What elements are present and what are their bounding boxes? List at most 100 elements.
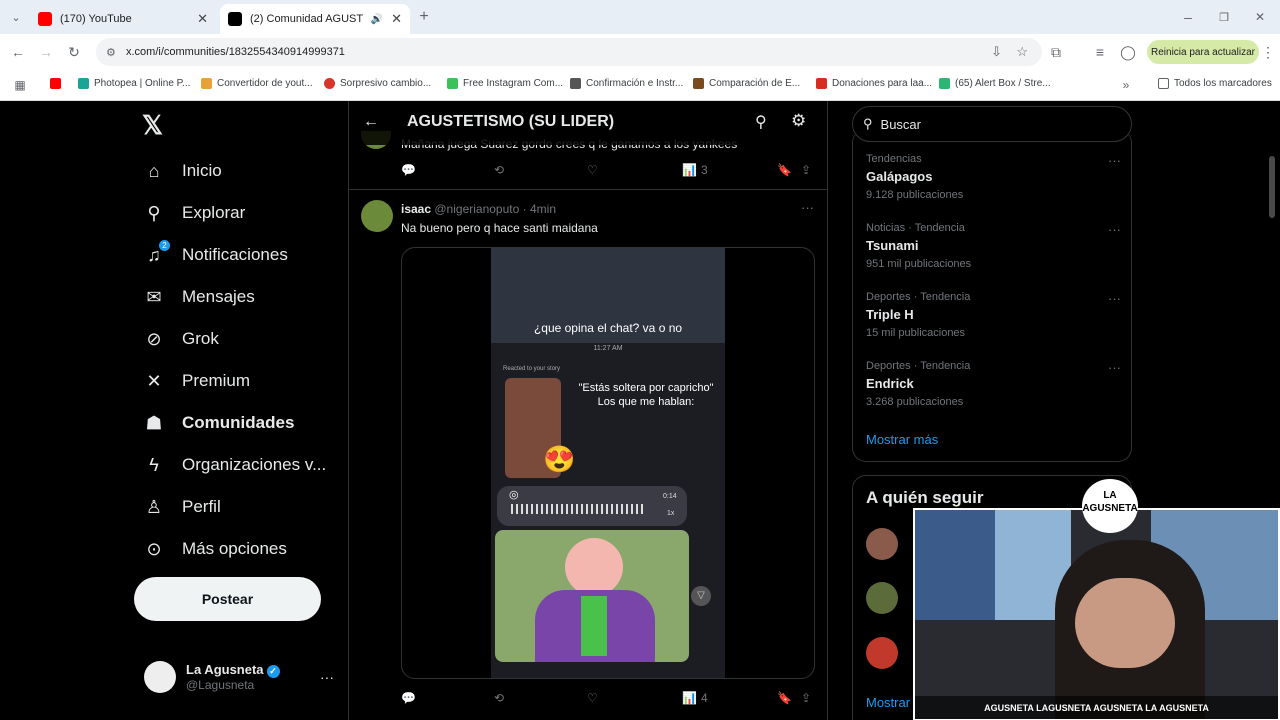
more-icon[interactable]: ···: [1108, 291, 1121, 306]
search-placeholder: Buscar: [880, 116, 921, 132]
bookmark-icon[interactable]: 🔖: [777, 691, 792, 705]
all-bookmarks[interactable]: Todos los marcadores: [1158, 78, 1272, 89]
close-tab-icon[interactable]: ✕: [197, 11, 208, 27]
tweet-time[interactable]: 4min: [530, 202, 556, 216]
more-icon[interactable]: ···: [1108, 222, 1121, 237]
avatar[interactable]: [866, 637, 898, 669]
url-input[interactable]: ⚙ x.com/i/communities/183255434091499937…: [96, 38, 1042, 66]
tweet-author-name[interactable]: isaac: [401, 202, 431, 216]
share-icon[interactable]: ⇪: [801, 163, 811, 177]
tab-youtube[interactable]: (170) YouTube ✕: [30, 4, 216, 34]
share-icon[interactable]: ⇪: [801, 691, 811, 705]
minimize-icon[interactable]: –: [1178, 7, 1198, 27]
new-tab-icon[interactable]: +: [414, 7, 434, 27]
retweet-icon[interactable]: ⟲: [494, 691, 504, 705]
bookmark-item[interactable]: Photopea | Online P...: [78, 78, 190, 89]
post-button[interactable]: Postear: [134, 577, 321, 621]
menu-icon[interactable]: ⋮: [1258, 42, 1278, 62]
bookmark-item[interactable]: Sorpresivo cambio...: [324, 78, 431, 89]
sidebar-item-explorar[interactable]: ⚲ Explorar: [142, 197, 245, 229]
close-tab-icon[interactable]: ✕: [391, 11, 402, 27]
like-icon[interactable]: ♡: [587, 163, 598, 177]
separator: ·: [522, 202, 527, 216]
audio-speed[interactable]: 1x: [667, 510, 674, 517]
bookmark-item[interactable]: Donaciones para laa...: [816, 78, 932, 89]
url-text: x.com/i/communities/1832554340914999371: [126, 46, 345, 58]
more-icon[interactable]: ···: [320, 669, 334, 685]
webcam-overlay: AGUSNETA LAGUSNETA AGUSNETA LA AGUSNETA: [913, 508, 1280, 720]
sidebar-item-premium[interactable]: ✕ Premium: [142, 365, 250, 397]
update-button[interactable]: Reinicia para actualizar: [1147, 40, 1259, 64]
tweet-author-handle[interactable]: @nigerianoputo: [434, 202, 519, 216]
restore-icon[interactable]: ❐: [1214, 7, 1234, 27]
sidebar-item-grok[interactable]: ⊘ Grok: [142, 323, 218, 355]
send-icon[interactable]: ▽: [691, 586, 711, 606]
views-stat[interactable]: 📊 3: [682, 163, 708, 177]
reload-icon[interactable]: ↻: [64, 42, 84, 62]
account-switcher[interactable]: La Agusneta ✓ @Lagusneta ···: [144, 661, 334, 693]
bookmark-item[interactable]: Confirmación e Instr...: [570, 78, 683, 89]
show-more-link[interactable]: Mostrar: [866, 695, 910, 710]
x-logo-icon[interactable]: 𝕏: [142, 110, 163, 141]
donation-icon: [816, 78, 827, 89]
person-icon: ♙: [145, 496, 163, 517]
bookmark-item[interactable]: [50, 78, 66, 89]
sidebar-item-inicio[interactable]: ⌂ Inicio: [142, 155, 222, 187]
search-input[interactable]: ⚲ Buscar: [852, 106, 1132, 142]
avatar[interactable]: [866, 528, 898, 560]
bookmarks-bar: ▦ Photopea | Online P... Convertidor de …: [0, 70, 1280, 101]
bookmark-icon[interactable]: 🔖: [777, 163, 792, 177]
search-icon[interactable]: ⚲: [755, 112, 767, 132]
audio-waveform: [511, 504, 643, 514]
bookmark-item[interactable]: (65) Alert Box / Stre...: [939, 78, 1051, 89]
close-window-icon[interactable]: ✕: [1250, 7, 1270, 27]
trend-item[interactable]: Tendencias Galápagos 9.128 publicaciones ·…: [866, 153, 1121, 201]
story-caption: ¿que opina el chat? va o no: [533, 321, 683, 335]
bookmark-item[interactable]: Free Instagram Com...: [447, 78, 563, 89]
forward-icon[interactable]: →: [36, 42, 56, 62]
folder-icon: [201, 78, 212, 89]
back-icon[interactable]: ←: [8, 42, 28, 62]
bookmark-item[interactable]: Convertidor de yout...: [201, 78, 313, 89]
views-stat[interactable]: 📊 4: [682, 691, 708, 705]
trend-item[interactable]: Noticias · Tendencia Tsunami 951 mil publi…: [866, 222, 1121, 270]
tab-title: (170) YouTube: [60, 13, 132, 25]
avatar[interactable]: [866, 582, 898, 614]
tab-search-icon[interactable]: ⌄: [6, 7, 26, 27]
tweet-more-icon[interactable]: ···: [801, 200, 814, 215]
sidebar-item-organizaciones[interactable]: ϟ Organizaciones v...: [142, 449, 326, 481]
trend-item[interactable]: Deportes · Tendencia Endrick 3.268 publica…: [866, 360, 1121, 408]
more-icon[interactable]: ···: [1108, 360, 1121, 375]
sidebar-item-mensajes[interactable]: ✉ Mensajes: [142, 281, 254, 313]
settings-icon[interactable]: ⚙: [791, 111, 806, 131]
sidebar-item-perfil[interactable]: ♙ Perfil: [142, 491, 221, 523]
bookmark-star-icon[interactable]: ☆: [1016, 44, 1028, 60]
speaker-icon[interactable]: 🔊: [371, 14, 383, 25]
more-bookmarks-icon[interactable]: »: [1116, 75, 1136, 95]
instagram-icon: ◎: [509, 489, 519, 501]
apps-grid-icon[interactable]: ▦: [10, 75, 30, 95]
tab-community[interactable]: (2) Comunidad AGUSTETIS 🔊 ✕: [220, 4, 410, 34]
back-arrow-icon[interactable]: ←: [363, 113, 379, 131]
install-icon[interactable]: ⇩: [991, 44, 1002, 60]
sidebar-item-comunidades[interactable]: ☗ Comunidades: [142, 407, 294, 439]
media-control-icon[interactable]: ≡: [1090, 42, 1110, 62]
retweet-icon[interactable]: ⟲: [494, 163, 504, 177]
more-icon[interactable]: ···: [1108, 153, 1121, 168]
sidebar-item-notificaciones[interactable]: ♫ 2 Notificaciones: [142, 239, 288, 271]
tweet-media[interactable]: ¿que opina el chat? va o no 11:27 AM Rea…: [401, 247, 815, 679]
show-more-link[interactable]: Mostrar más: [866, 432, 938, 447]
trend-item[interactable]: Deportes · Tendencia Triple H 15 mil publi…: [866, 291, 1121, 339]
scrollbar[interactable]: [1269, 156, 1275, 218]
profile-icon[interactable]: ◯: [1118, 42, 1138, 62]
extensions-icon[interactable]: ⧉: [1046, 42, 1066, 62]
voice-message[interactable]: ◎ 0:14 1x: [497, 486, 687, 526]
who-to-follow-title: A quién seguir: [866, 488, 984, 507]
reply-icon[interactable]: 💬: [401, 691, 416, 705]
sidebar-item-mas-opciones[interactable]: ⊙ Más opciones: [142, 533, 286, 565]
site-info-icon[interactable]: ⚙: [106, 46, 116, 59]
tweet-card[interactable]: isaac @nigerianoputo · 4min ··· Na bueno…: [349, 189, 827, 705]
reply-icon[interactable]: 💬: [401, 163, 416, 177]
like-icon[interactable]: ♡: [587, 691, 598, 705]
bookmark-item[interactable]: Comparación de E...: [693, 78, 800, 89]
